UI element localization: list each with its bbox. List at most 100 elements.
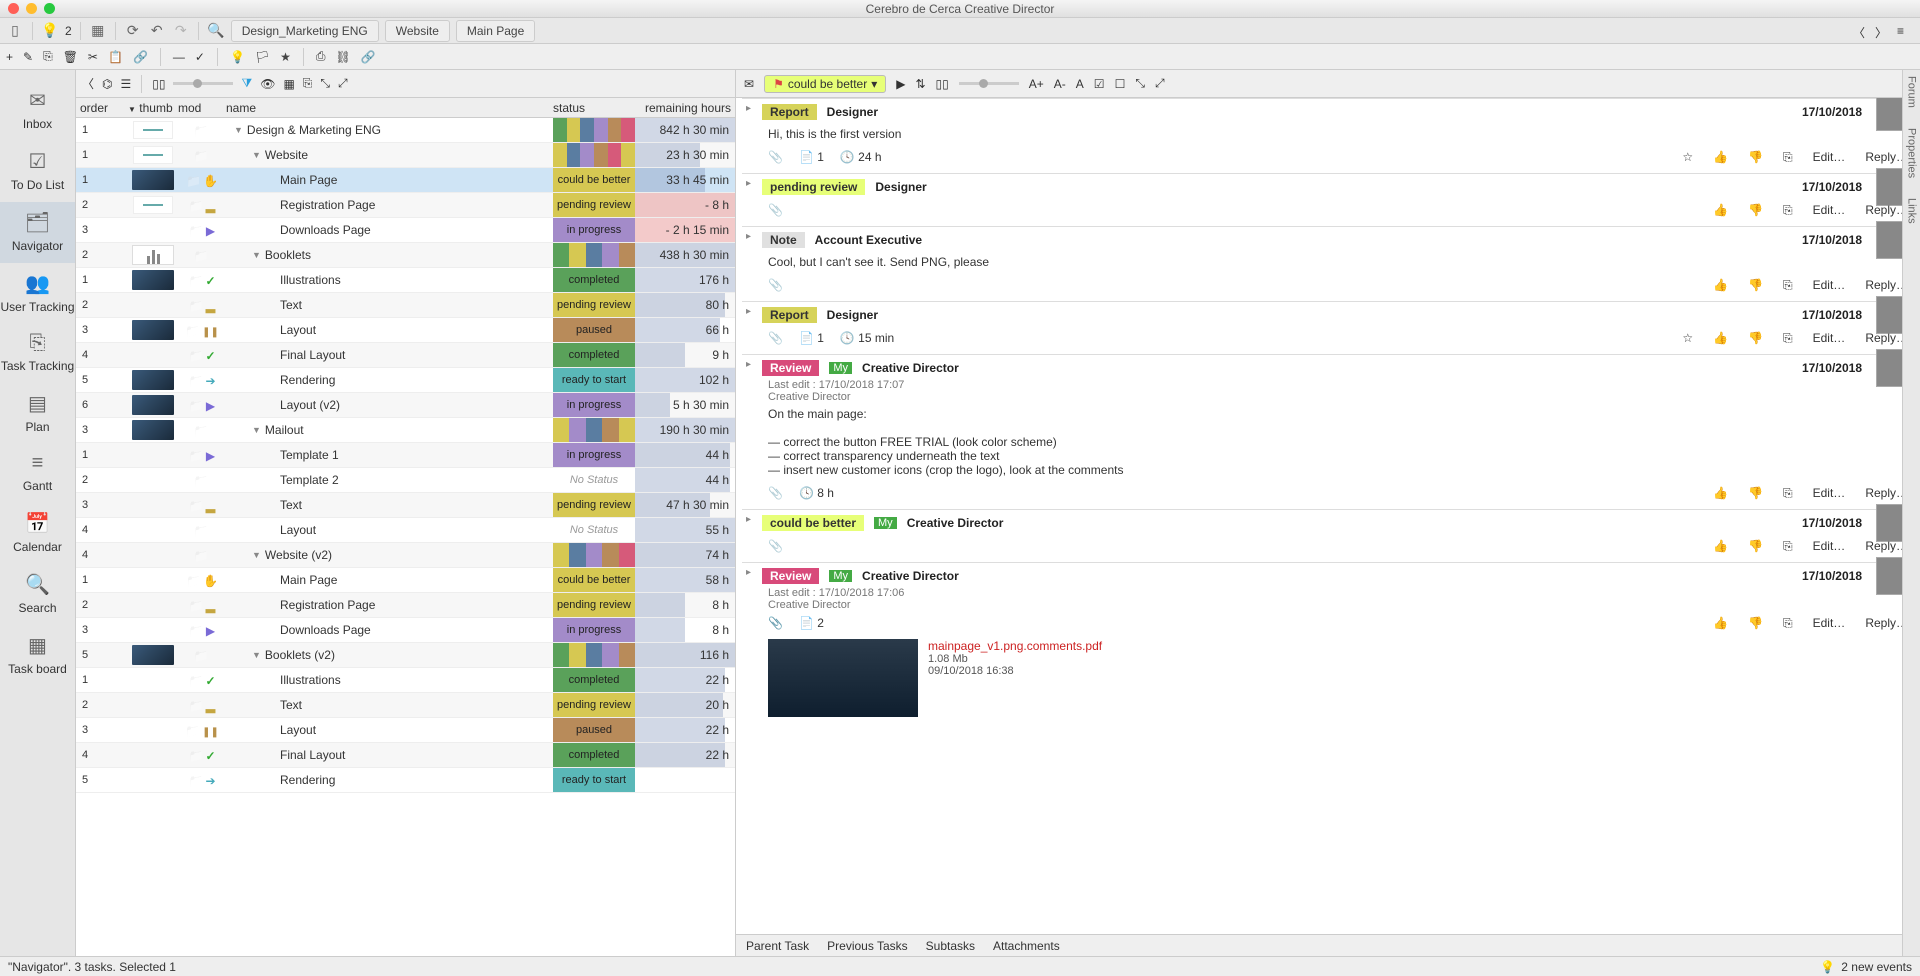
table-row[interactable]: 3Downloads Pagein progress8 h bbox=[76, 618, 735, 643]
font-reset-icon[interactable]: A bbox=[1076, 77, 1084, 91]
font-bigger-icon[interactable]: A+ bbox=[1029, 77, 1044, 91]
eye-icon[interactable]: 👁 bbox=[260, 77, 275, 91]
table-row[interactable]: 1Template 1in progress44 h bbox=[76, 443, 735, 468]
status-right[interactable]: 2 new events bbox=[1841, 960, 1912, 974]
forum-message[interactable]: ▸NoteAccount Executive17/10/2018Cool, bu… bbox=[742, 226, 1914, 301]
nav-back-icon[interactable]: 〈 bbox=[82, 75, 94, 92]
msg-disclosure-icon[interactable]: ▸ bbox=[746, 231, 751, 242]
edit-link[interactable]: Edit… bbox=[1813, 539, 1846, 553]
edit-link[interactable]: Edit… bbox=[1813, 278, 1846, 292]
box-icon[interactable]: ☐ bbox=[1115, 77, 1126, 91]
flag-icon[interactable]: 🏳 bbox=[255, 50, 270, 64]
table-icon[interactable]: ▦ bbox=[283, 77, 294, 91]
table-row[interactable]: 3Layoutpaused22 h bbox=[76, 718, 735, 743]
edit-link[interactable]: Edit… bbox=[1813, 150, 1846, 164]
play-icon[interactable]: ▶ bbox=[896, 77, 905, 91]
forward-icon[interactable]: 〉 bbox=[1875, 24, 1887, 41]
table-row[interactable]: 1Main Pagecould be better58 h bbox=[76, 568, 735, 593]
refresh-icon[interactable]: ⟳ bbox=[124, 22, 142, 40]
sort-icon[interactable]: ⇅ bbox=[915, 77, 925, 91]
table-row[interactable]: 2Registration Pagepending review- 8 h bbox=[76, 193, 735, 218]
thumbs-down-icon[interactable]: 👎 bbox=[1748, 331, 1763, 345]
nav-item-plan[interactable]: ▤Plan bbox=[0, 383, 75, 444]
status-selector[interactable]: could be better ▾ bbox=[764, 75, 886, 93]
columns2-icon[interactable]: ▯▯ bbox=[936, 77, 949, 91]
edit-link[interactable]: Edit… bbox=[1813, 486, 1846, 500]
redo-icon[interactable]: ↷ bbox=[172, 22, 190, 40]
copy-icon[interactable]: ⎘ bbox=[43, 49, 53, 64]
list-icon[interactable]: ☰ bbox=[121, 77, 132, 91]
back-icon[interactable]: 〈 bbox=[1853, 24, 1865, 41]
star-icon[interactable]: ☆ bbox=[1682, 150, 1693, 164]
undo-icon[interactable]: ↶ bbox=[148, 22, 166, 40]
mail-icon[interactable]: ✉ bbox=[744, 77, 754, 91]
nav-item-calendar[interactable]: 📅Calendar bbox=[0, 503, 75, 564]
msg-disclosure-icon[interactable]: ▸ bbox=[746, 178, 751, 189]
tab-parent-task[interactable]: Parent Task bbox=[746, 939, 809, 953]
edit-link[interactable]: Edit… bbox=[1813, 331, 1846, 345]
tab-subtasks[interactable]: Subtasks bbox=[926, 939, 975, 953]
disclosure-icon[interactable]: ▼ bbox=[252, 250, 261, 260]
window-controls[interactable] bbox=[8, 3, 55, 14]
close-icon[interactable] bbox=[8, 3, 19, 14]
tab-previous-tasks[interactable]: Previous Tasks bbox=[827, 939, 907, 953]
disclosure-icon[interactable]: ▼ bbox=[234, 125, 243, 135]
table-row[interactable]: 4Final Layoutcompleted22 h bbox=[76, 743, 735, 768]
forum-message[interactable]: ▸ReportDesigner17/10/2018Hi, this is the… bbox=[742, 98, 1914, 173]
table-row[interactable]: 4▼Website (v2)74 h bbox=[76, 543, 735, 568]
table-row[interactable]: 2Registration Pagepending review8 h bbox=[76, 593, 735, 618]
check-icon[interactable]: ✓ bbox=[195, 50, 205, 64]
table-row[interactable]: 1Illustrationscompleted22 h bbox=[76, 668, 735, 693]
collapse2-icon[interactable]: ⤡ bbox=[1135, 76, 1145, 91]
edit-icon[interactable]: ✎ bbox=[23, 50, 33, 64]
table-row[interactable]: 3Textpending review47 h 30 min bbox=[76, 493, 735, 518]
panel-layout-icon[interactable]: ▯ bbox=[6, 22, 24, 40]
disclosure-icon[interactable]: ▼ bbox=[252, 150, 261, 160]
search-icon[interactable]: 🔍 bbox=[207, 22, 225, 40]
attach-icon[interactable]: 📎 bbox=[768, 331, 783, 345]
table-row[interactable]: 5Renderingready to start bbox=[76, 768, 735, 793]
table-row[interactable]: 2▼Booklets438 h 30 min bbox=[76, 243, 735, 268]
forum-message[interactable]: ▸ReportDesigner17/10/2018📎📄 1🕓 15 min☆👍👎… bbox=[742, 301, 1914, 354]
hashtag-icon[interactable]: ⎘ bbox=[1783, 331, 1793, 346]
hashtag-icon[interactable]: ⎘ bbox=[1783, 616, 1793, 631]
menu-icon[interactable]: ≡ bbox=[1897, 24, 1904, 41]
table-row[interactable]: 2Textpending review20 h bbox=[76, 693, 735, 718]
table-row[interactable]: 1▼Design & Marketing ENG842 h 30 min bbox=[76, 118, 735, 143]
forum-body[interactable]: ▸ReportDesigner17/10/2018Hi, this is the… bbox=[736, 98, 1920, 934]
cut-icon[interactable]: ✂ bbox=[88, 50, 98, 64]
link-icon[interactable]: 🔗 bbox=[133, 50, 148, 64]
disclosure-icon[interactable]: ▼ bbox=[252, 425, 261, 435]
nav-item-task-board[interactable]: ▦Task board bbox=[0, 625, 75, 686]
table-row[interactable]: 5▼Booklets (v2)116 h bbox=[76, 643, 735, 668]
row-size-slider[interactable] bbox=[173, 82, 233, 85]
thumbs-up-icon[interactable]: 👍 bbox=[1713, 486, 1728, 500]
nav-item-search[interactable]: 🔍Search bbox=[0, 564, 75, 625]
thumbs-up-icon[interactable]: 👍 bbox=[1713, 616, 1728, 630]
table-row[interactable]: 1Main Pagecould be better33 h 45 min bbox=[76, 168, 735, 193]
msg-disclosure-icon[interactable]: ▸ bbox=[746, 359, 751, 370]
edit-link[interactable]: Edit… bbox=[1813, 616, 1846, 630]
attach-icon[interactable]: 📎 bbox=[768, 203, 783, 217]
thumbs-down-icon[interactable]: 👎 bbox=[1748, 150, 1763, 164]
table-row[interactable]: 1▼Website23 h 30 min bbox=[76, 143, 735, 168]
msg-disclosure-icon[interactable]: ▸ bbox=[746, 567, 751, 578]
nav-item-inbox[interactable]: ✉Inbox bbox=[0, 80, 75, 141]
msg-disclosure-icon[interactable]: ▸ bbox=[746, 103, 751, 114]
link2-icon[interactable]: 🔗 bbox=[361, 50, 376, 64]
table-row[interactable]: 3Layoutpaused66 h bbox=[76, 318, 735, 343]
breadcrumb[interactable]: Design_Marketing ENG bbox=[231, 20, 379, 42]
table-row[interactable]: 4Final Layoutcompleted9 h bbox=[76, 343, 735, 368]
grid-icon[interactable]: ▦ bbox=[89, 22, 107, 40]
columns-icon[interactable]: ▯▯ bbox=[152, 77, 165, 91]
thumbs-up-icon[interactable]: 👍 bbox=[1713, 278, 1728, 292]
tree-icon[interactable]: ⌬ bbox=[102, 77, 112, 91]
forum-message[interactable]: ▸ReviewMyCreative Director17/10/2018Last… bbox=[742, 354, 1914, 509]
col-remain[interactable]: remaining hours bbox=[635, 101, 735, 115]
col-order[interactable]: order bbox=[76, 101, 128, 115]
thumbs-down-icon[interactable]: 👎 bbox=[1748, 486, 1763, 500]
disclosure-icon[interactable]: ▼ bbox=[252, 650, 261, 660]
expand2-icon[interactable]: ⤢ bbox=[1155, 76, 1165, 91]
hashtag-icon[interactable]: ⎘ bbox=[1783, 539, 1793, 554]
expand-icon[interactable]: ⤢ bbox=[338, 76, 348, 91]
